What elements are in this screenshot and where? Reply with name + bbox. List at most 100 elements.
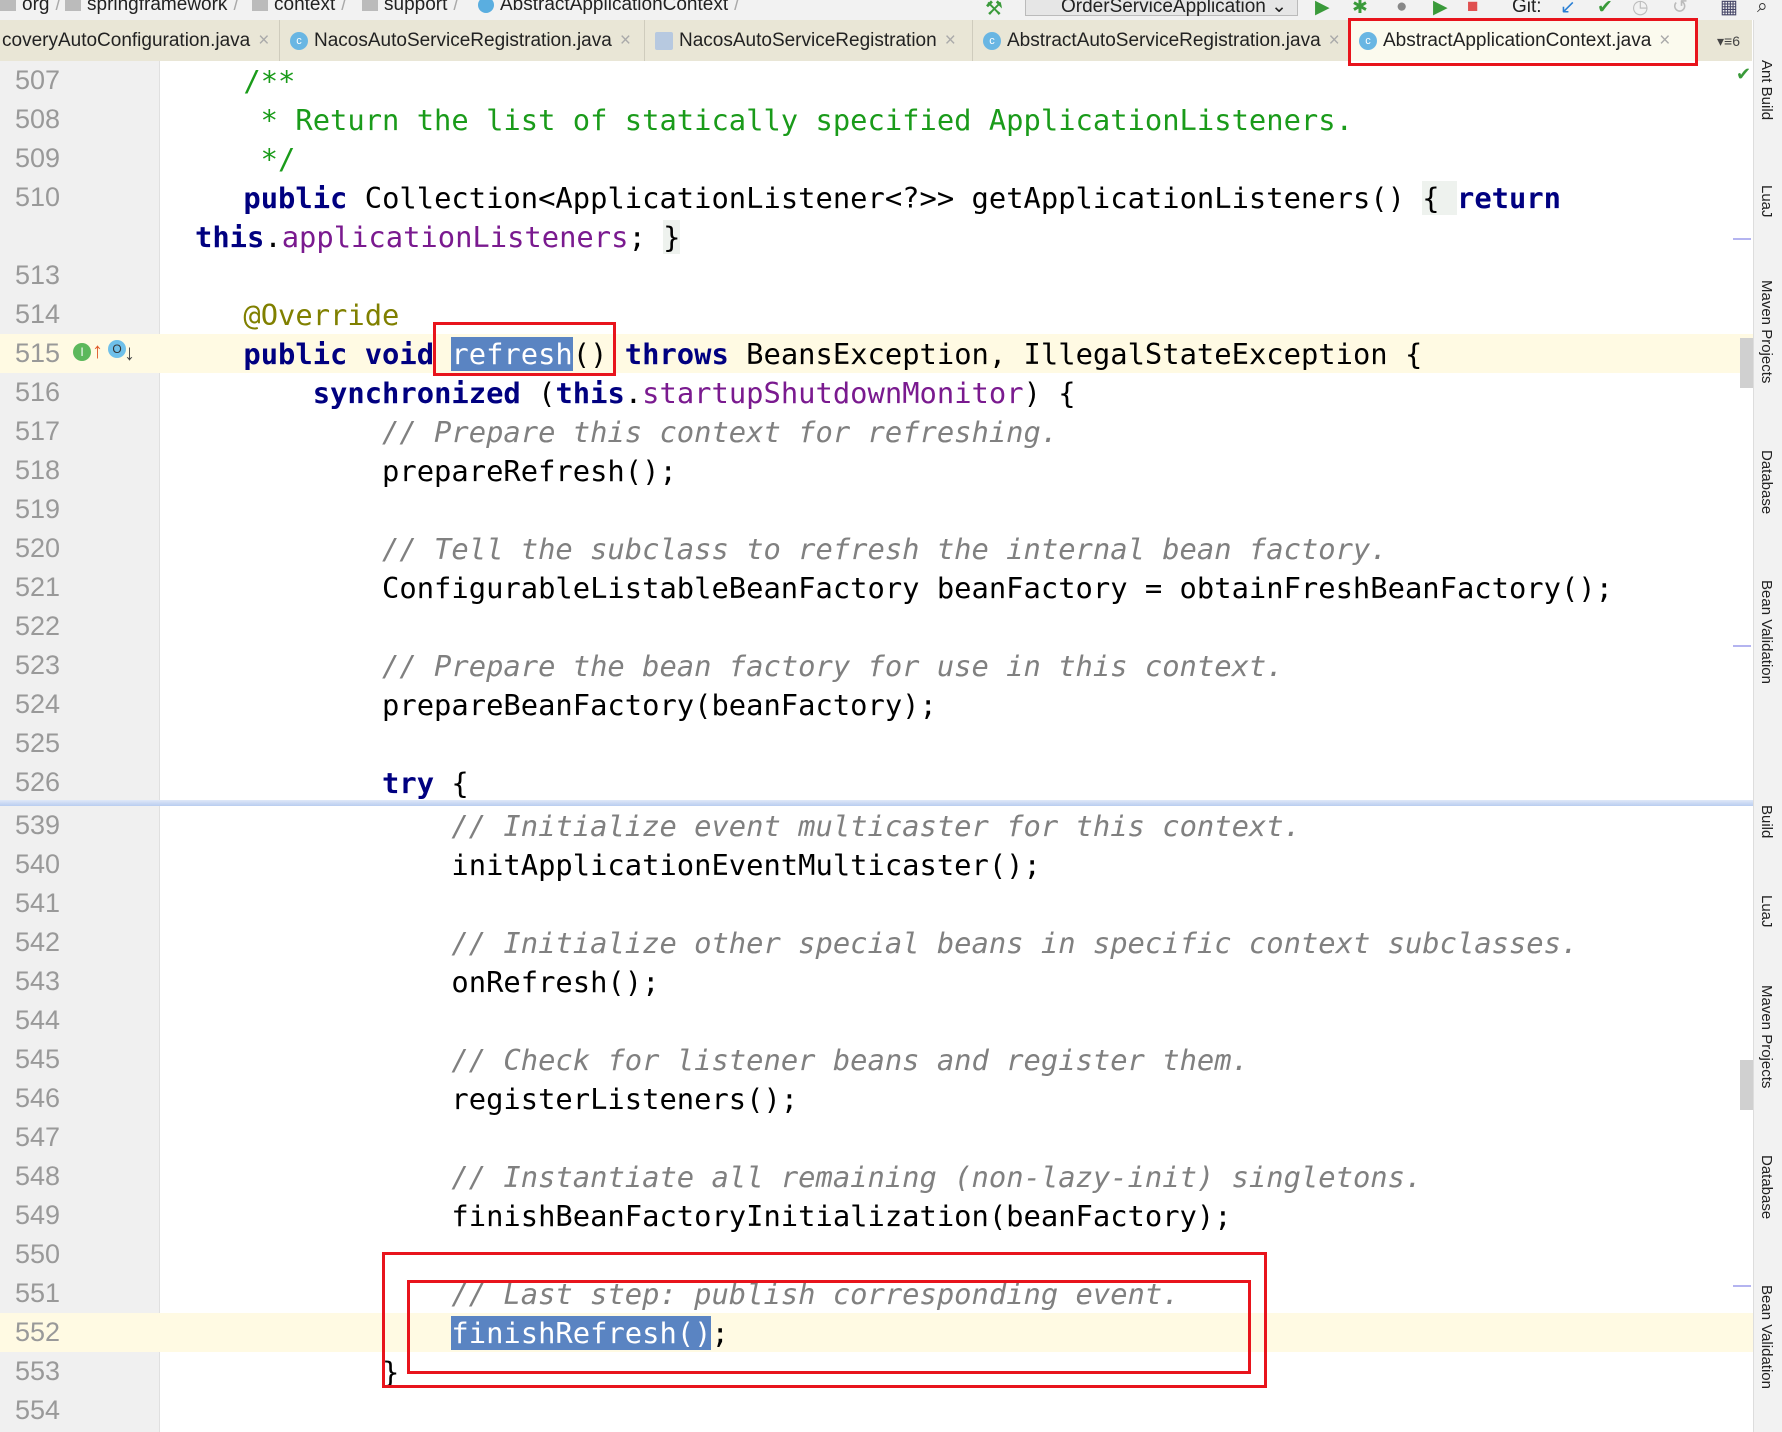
line-number[interactable]: 508 — [15, 104, 60, 135]
line-number[interactable]: 515 — [15, 338, 60, 369]
code-line[interactable]: 542 // Initialize other special beans in… — [0, 923, 1753, 962]
line-number[interactable]: 546 — [15, 1083, 60, 1114]
tool-luaj[interactable]: LuaJ — [1758, 185, 1775, 218]
build-hammer-icon[interactable]: ⚒ — [985, 0, 1003, 20]
close-icon[interactable]: × — [945, 30, 956, 51]
code-line[interactable]: 519 — [0, 490, 1753, 529]
line-number[interactable]: 540 — [15, 849, 60, 880]
tool-database[interactable]: Database — [1758, 1155, 1775, 1219]
code-line[interactable]: 524 prepareBeanFactory(beanFactory); — [0, 685, 1753, 724]
code-text[interactable]: registerListeners(); — [174, 1082, 798, 1116]
close-icon[interactable]: × — [1329, 30, 1340, 51]
line-number[interactable]: 542 — [15, 927, 60, 958]
code-line[interactable]: 540 initApplicationEventMulticaster(); — [0, 845, 1753, 884]
code-text[interactable]: } — [174, 1355, 399, 1389]
scrollbar-thumb[interactable] — [1740, 338, 1753, 388]
implements-gutter-icon[interactable]: I — [73, 343, 91, 361]
line-number[interactable]: 544 — [15, 1005, 60, 1036]
code-text[interactable]: prepareRefresh(); — [174, 454, 677, 488]
close-icon[interactable]: × — [620, 30, 631, 51]
code-line[interactable]: 521 ConfigurableListableBeanFactory bean… — [0, 568, 1753, 607]
git-commit-icon[interactable]: ✔ — [1597, 0, 1613, 18]
line-number[interactable]: 525 — [15, 728, 60, 759]
breadcrumb-item-support[interactable]: support / — [362, 0, 465, 16]
code-text[interactable]: onRefresh(); — [174, 965, 659, 999]
code-line[interactable]: 518 prepareRefresh(); — [0, 451, 1753, 490]
code-line[interactable]: 515 public void refresh() throws BeansEx… — [0, 334, 1753, 373]
tool-maven-projects[interactable]: Maven Projects — [1758, 985, 1775, 1088]
code-text[interactable]: // Prepare this context for refreshing. — [174, 415, 1058, 449]
breadcrumb-item-context[interactable]: context / — [252, 0, 353, 16]
error-stripe-mark[interactable] — [1733, 645, 1751, 647]
code-text[interactable]: // Last step: publish corresponding even… — [174, 1277, 1179, 1311]
line-number[interactable]: 513 — [15, 260, 60, 291]
code-text[interactable]: public Collection<ApplicationListener<?>… — [174, 181, 1561, 215]
line-number[interactable]: 524 — [15, 689, 60, 720]
code-line[interactable]: 543 onRefresh(); — [0, 962, 1753, 1001]
line-number[interactable]: 543 — [15, 966, 60, 997]
git-history-icon[interactable]: ◷ — [1632, 0, 1649, 18]
tab-nacos-auto-service-registration-diagram[interactable]: NacosAutoServiceRegistration × — [645, 20, 973, 64]
tab-abstract-application-context[interactable]: c AbstractApplicationContext.java × — [1349, 20, 1697, 64]
tool-ant-build[interactable]: Ant Build — [1758, 60, 1775, 120]
code-line[interactable]: 546 registerListeners(); — [0, 1079, 1753, 1118]
stop-icon[interactable]: ■ — [1467, 0, 1478, 18]
line-number[interactable]: 552 — [15, 1317, 60, 1348]
error-stripe-mark[interactable] — [1733, 1285, 1751, 1287]
line-number[interactable]: 510 — [15, 182, 60, 213]
code-text[interactable]: // Instantiate all remaining (non-lazy-i… — [174, 1160, 1422, 1194]
code-line[interactable]: 553 } — [0, 1352, 1753, 1391]
project-structure-icon[interactable]: ▦ — [1720, 0, 1738, 18]
code-line[interactable]: 522 — [0, 607, 1753, 646]
line-number[interactable]: 509 — [15, 143, 60, 174]
tool-luaj[interactable]: LuaJ — [1758, 895, 1775, 928]
line-number[interactable]: 507 — [15, 65, 60, 96]
tab-abstract-auto-service-registration[interactable]: c AbstractAutoServiceRegistration.java × — [973, 20, 1349, 64]
search-icon[interactable]: ⌕ — [1757, 0, 1768, 18]
line-number[interactable]: 519 — [15, 494, 60, 525]
line-number[interactable]: 514 — [15, 299, 60, 330]
code-text[interactable]: synchronized (this.startupShutdownMonito… — [174, 376, 1076, 410]
scrollbar-thumb[interactable] — [1740, 1060, 1753, 1110]
code-text[interactable]: */ — [174, 142, 296, 176]
code-line[interactable]: 513 — [0, 256, 1753, 295]
run-configuration-dropdown[interactable]: OrderServiceApplication ⌄ — [1025, 0, 1298, 17]
close-icon[interactable]: × — [1659, 30, 1670, 51]
code-text[interactable]: // Initialize event multicaster for this… — [174, 809, 1301, 843]
line-number[interactable]: 554 — [15, 1395, 60, 1426]
run-icon[interactable]: ▶ — [1315, 0, 1330, 18]
error-stripe-mark[interactable] — [1733, 238, 1751, 240]
code-line[interactable]: 517 // Prepare this context for refreshi… — [0, 412, 1753, 451]
code-line[interactable]: 548 // Instantiate all remaining (non-la… — [0, 1157, 1753, 1196]
code-line[interactable]: 552 finishRefresh(); — [0, 1313, 1753, 1352]
tab-nacos-auto-service-registration-java[interactable]: c NacosAutoServiceRegistration.java × — [280, 20, 645, 64]
tool-database[interactable]: Database — [1758, 450, 1775, 514]
editor-pane-top[interactable]: 507 /** 508 * Return the list of statical… — [0, 61, 1753, 802]
tool-bean-validation[interactable]: Bean Validation — [1758, 1285, 1775, 1389]
profile-icon[interactable]: ▶ — [1433, 0, 1448, 18]
code-line[interactable]: 525 — [0, 724, 1753, 763]
tool-build[interactable]: Build — [1758, 805, 1775, 838]
code-line[interactable]: 541 — [0, 884, 1753, 923]
line-number[interactable]: 550 — [15, 1239, 60, 1270]
line-number[interactable]: 523 — [15, 650, 60, 681]
editor-pane-bottom[interactable]: 539 // Initialize event multicaster for … — [0, 806, 1753, 1432]
line-number[interactable]: 517 — [15, 416, 60, 447]
code-line[interactable]: 514 @Override — [0, 295, 1753, 334]
code-line[interactable]: 551 // Last step: publish corresponding … — [0, 1274, 1753, 1313]
code-text[interactable]: // Tell the subclass to refresh the inte… — [174, 532, 1388, 566]
line-number[interactable]: 551 — [15, 1278, 60, 1309]
breadcrumb-item-class[interactable]: AbstractApplicationContext / — [478, 0, 745, 16]
code-line[interactable]: 545 // Check for listener beans and regi… — [0, 1040, 1753, 1079]
line-number[interactable]: 549 — [15, 1200, 60, 1231]
tab-discovery-auto-configuration[interactable]: coveryAutoConfiguration.java × — [0, 20, 280, 64]
code-text[interactable]: public void refresh() throws BeansExcept… — [174, 337, 1422, 371]
code-text[interactable]: /** — [174, 64, 295, 98]
code-line[interactable]: 520 // Tell the subclass to refresh the … — [0, 529, 1753, 568]
code-line[interactable]: 554 — [0, 1391, 1753, 1430]
code-text[interactable]: // Check for listener beans and register… — [174, 1043, 1249, 1077]
line-number[interactable]: 518 — [15, 455, 60, 486]
code-line[interactable]: 550 — [0, 1235, 1753, 1274]
line-number[interactable]: 547 — [15, 1122, 60, 1153]
line-number[interactable]: 526 — [15, 767, 60, 798]
